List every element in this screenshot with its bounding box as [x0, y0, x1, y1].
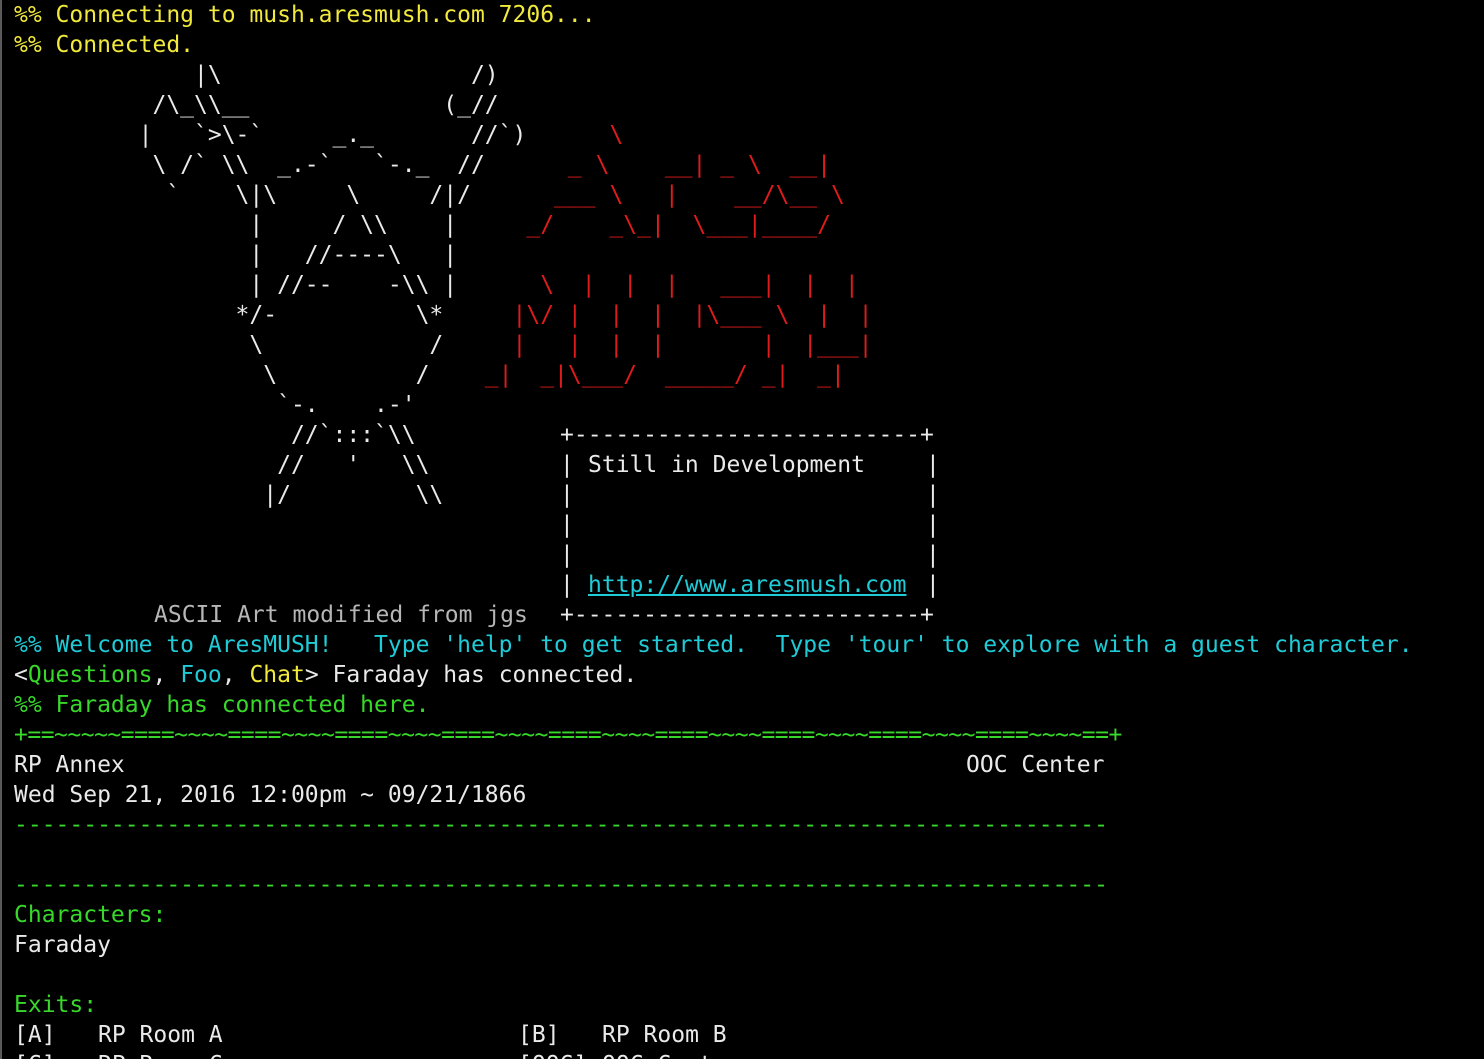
terminal-window[interactable]: %% Connecting to mush.aresmush.com 7206.…: [0, 0, 1484, 1059]
ascii-art-row: |/ \\: [14, 480, 443, 510]
room-name: RP Annex: [14, 752, 125, 778]
ascii-art-row: \ /` \\ _.-` `-._ // _ \ __| _ \ __|: [14, 150, 831, 180]
character-name: Faraday: [14, 932, 111, 958]
dev-box-left-edge: |: [560, 512, 574, 538]
dev-box-right-edge: |: [926, 482, 940, 508]
dev-box-top-border: +-------------------------+: [560, 422, 934, 448]
ares-logo-art: ___ \ | __/\__ \: [470, 182, 845, 208]
ascii-art-row: /\_\\__ (_//: [14, 90, 499, 120]
exits-heading: Exits:: [14, 992, 98, 1018]
channel-message-text: > Faraday has connected.: [304, 662, 638, 688]
ares-logo-art: _/ _\_| \___|____/: [457, 212, 831, 238]
exit-key[interactable]: [A]: [14, 1020, 56, 1050]
deer-art: | `>\-` _._ //`): [14, 122, 527, 148]
ascii-art-row: ` \|\ \ /|/ ___ \ | __/\__ \: [14, 180, 845, 210]
ascii-art-row: \ / _| _|\___/ _____/ _| _|: [14, 360, 845, 390]
room-divider: ----------------------------------------…: [14, 812, 1108, 838]
deer-art: |/ \\: [14, 482, 444, 508]
connected-message: %% Connected.: [14, 32, 195, 58]
deer-art: \ /: [14, 332, 444, 358]
channel-questions: Questions: [27, 662, 153, 688]
ascii-art-row: | //----\ |: [14, 240, 457, 270]
ascii-art-row: | `>\-` _._ //`) \: [14, 120, 624, 150]
channel-chat: Chat: [249, 662, 305, 688]
room-area: OOC Center: [966, 752, 1105, 778]
deer-art: ` \|\ \ /|/: [14, 182, 471, 208]
channel-separator: ,: [152, 662, 181, 688]
mush-logo-art: | | | | | |___|: [443, 332, 873, 358]
deer-art: | / \\ |: [14, 212, 458, 238]
channel-foo: Foo: [180, 662, 222, 688]
welcome-message: %% Welcome to AresMUSH! Type 'help' to g…: [14, 632, 1413, 658]
dev-box-right-edge: |: [926, 542, 940, 568]
dev-box-right-edge: |: [926, 512, 940, 538]
room-top-border: +==~~~~~====~~~~====~~~~====~~~~====~~~~…: [14, 722, 1122, 748]
room-divider: ----------------------------------------…: [14, 872, 1108, 898]
dev-box-right-edge: |: [926, 452, 940, 478]
connecting-message: %% Connecting to mush.aresmush.com 7206.…: [14, 2, 596, 28]
channel-bracket-open: <: [14, 662, 28, 688]
exit-name[interactable]: RP Room C: [98, 1050, 223, 1059]
dev-box-bottom-border: +-------------------------+: [560, 602, 934, 628]
room-datetime: Wed Sep 21, 2016 12:00pm ~ 09/21/1866: [14, 782, 527, 808]
ares-logo-art: _ \ __| _ \ __|: [484, 152, 831, 178]
exit-key[interactable]: [B]: [518, 1020, 560, 1050]
exit-name[interactable]: OOC Center: [602, 1050, 740, 1059]
exit-name[interactable]: RP Room A: [98, 1020, 223, 1050]
ascii-art-row: // ' \\: [14, 450, 429, 480]
mush-logo-art: \ | | | ___| | |: [457, 272, 859, 298]
art-credit: ASCII Art modified from jgs: [154, 602, 528, 628]
ascii-art-row: \ / | | | | | |___|: [14, 330, 873, 360]
exit-key[interactable]: [C]: [14, 1050, 56, 1059]
dev-box-title: Still in Development: [588, 452, 865, 478]
ascii-art-row: //`:::`\\: [14, 420, 416, 450]
exit-name[interactable]: RP Room B: [602, 1020, 727, 1050]
deer-art: | //----\ |: [14, 242, 458, 268]
dev-box-left-edge: |: [560, 452, 574, 478]
deer-art: //`:::`\\: [14, 422, 416, 448]
dev-box-left-edge: |: [560, 482, 574, 508]
deer-art: |\ /): [14, 62, 499, 88]
characters-heading: Characters:: [14, 902, 167, 928]
ascii-art-row: | //-- -\\ | \ | | | ___| | |: [14, 270, 859, 300]
connected-here-message: %% Faraday has connected here.: [14, 692, 430, 718]
aresmush-link[interactable]: http://www.aresmush.com: [588, 570, 907, 600]
dev-box-right-edge: |: [926, 572, 940, 598]
deer-art: /\_\\__ (_//: [14, 92, 499, 118]
ascii-art-row: `-. .-': [14, 390, 416, 420]
deer-art: `-. .-': [14, 392, 416, 418]
ascii-art-row: */- \* |\/ | | | |\___ \ | |: [14, 300, 873, 330]
deer-art: \ /` \\ _.-` `-._ //: [14, 152, 485, 178]
mush-logo-art: _| _|\___/ _____/ _| _|: [429, 362, 845, 388]
deer-art: | //-- -\\ |: [14, 272, 458, 298]
channel-separator: ,: [221, 662, 250, 688]
channel-message: <Questions, Foo, Chat> Faraday has conne…: [14, 660, 637, 690]
exit-key[interactable]: [OOC]: [518, 1050, 587, 1059]
ascii-art-row: | / \\ | _/ _\_| \___|____/: [14, 210, 831, 240]
mush-logo-art: |\/ | | | |\___ \ | |: [443, 302, 873, 328]
ares-logo-art: \: [526, 122, 624, 148]
deer-art: \ /: [14, 362, 430, 388]
deer-art: // ' \\: [14, 452, 430, 478]
ascii-art-row: |\ /): [14, 60, 499, 90]
deer-art: */- \*: [14, 302, 444, 328]
dev-box-left-edge: |: [560, 542, 574, 568]
dev-box-left-edge: |: [560, 572, 574, 598]
